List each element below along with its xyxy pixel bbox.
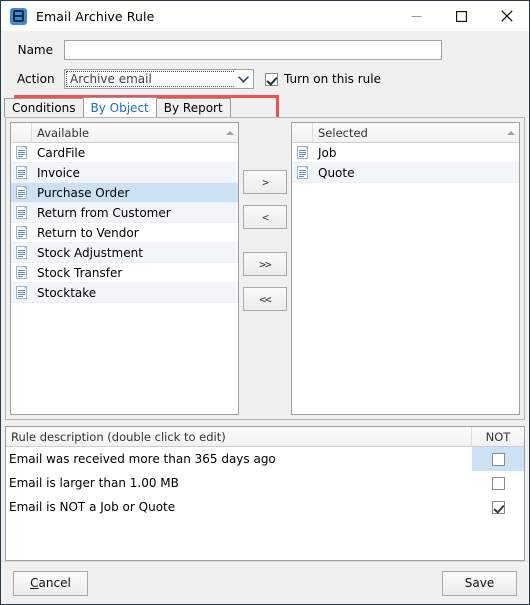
available-list-header: Available — [11, 123, 238, 143]
list-item[interactable]: Stock Transfer — [11, 263, 238, 283]
available-listbox[interactable]: Available CardFile Invoice Purchase Orde… — [10, 122, 239, 415]
table-row[interactable]: Email is larger than 1.00 MB — [6, 471, 524, 495]
not-checkbox[interactable] — [491, 476, 505, 490]
rule-description-header: Rule description (double click to edit) … — [6, 427, 524, 447]
minimize-icon[interactable] — [394, 1, 439, 31]
list-item[interactable]: CardFile — [11, 143, 238, 163]
list-item[interactable]: Stocktake — [11, 283, 238, 303]
icon-column-header — [11, 123, 32, 142]
list-item-label: Return to Vendor — [37, 225, 139, 240]
list-item[interactable]: Return to Vendor — [11, 223, 238, 243]
action-dropdown-value: Archive email — [70, 72, 152, 86]
action-label: Action — [17, 72, 55, 86]
turn-on-rule-checkbox-wrap[interactable]: Turn on this rule — [265, 72, 381, 86]
selected-list-header: Selected — [292, 123, 519, 143]
document-icon — [11, 246, 32, 259]
list-item-label: Stock Transfer — [37, 265, 123, 280]
cancel-rest: ancel — [38, 576, 71, 590]
name-label: Name — [17, 43, 53, 57]
list-item-label: Purchase Order — [37, 185, 130, 200]
document-icon — [11, 286, 32, 299]
list-item-label: Quote — [318, 165, 355, 180]
selected-listbox[interactable]: Selected Job Quote — [291, 122, 520, 415]
not-cell[interactable] — [472, 471, 524, 495]
name-input[interactable] — [64, 40, 442, 60]
tab-by-object[interactable]: By Object — [82, 97, 157, 117]
list-item-label: Stock Adjustment — [37, 245, 143, 260]
list-item-label: Return from Customer — [37, 205, 171, 220]
action-row: Action Archive email Turn on this rule — [1, 68, 529, 90]
document-icon — [11, 206, 32, 219]
selected-column-header[interactable]: Selected — [313, 123, 519, 142]
sort-ascending-icon — [507, 130, 515, 135]
document-icon — [11, 166, 32, 179]
tab-conditions[interactable]: Conditions — [4, 98, 84, 117]
table-row[interactable]: Email was received more than 365 days ag… — [6, 447, 524, 471]
sort-ascending-icon — [226, 130, 234, 135]
cancel-button[interactable]: Cancel — [13, 570, 88, 596]
document-icon — [11, 186, 32, 199]
rule-description-grid[interactable]: Rule description (double click to edit) … — [5, 426, 525, 561]
move-left-button[interactable]: < — [243, 205, 287, 229]
cancel-accel: C — [30, 576, 39, 590]
selected-header-label: Selected — [318, 125, 368, 140]
document-icon — [292, 166, 313, 179]
rule-form: Name Action Archive email Turn on this r… — [1, 31, 529, 125]
not-column-header: NOT — [485, 429, 511, 444]
available-header-label: Available — [37, 125, 90, 140]
table-row[interactable]: Email is NOT a Job or Quote — [6, 495, 524, 519]
rule-description-header-label: Rule description (double click to edit) — [6, 427, 472, 446]
document-icon — [11, 146, 32, 159]
chevron-down-icon[interactable] — [234, 70, 253, 88]
list-item[interactable]: Stock Adjustment — [11, 243, 238, 263]
save-button[interactable]: Save — [442, 570, 517, 596]
list-item-label: CardFile — [37, 145, 86, 160]
list-item[interactable]: Job — [292, 143, 519, 163]
available-column-header[interactable]: Available — [32, 123, 238, 142]
object-selection-panel: Available CardFile Invoice Purchase Orde… — [5, 117, 525, 420]
list-item[interactable]: Return from Customer — [11, 203, 238, 223]
dialog-footer: Cancel Save — [1, 561, 529, 604]
rule-description-text: Email is NOT a Job or Quote — [9, 500, 176, 514]
close-icon[interactable] — [484, 1, 529, 31]
action-dropdown[interactable]: Archive email — [64, 69, 254, 89]
list-item[interactable]: Quote — [292, 163, 519, 183]
window-controls — [394, 1, 529, 31]
document-icon — [292, 146, 313, 159]
name-row: Name — [1, 39, 529, 61]
list-item[interactable]: Invoice — [11, 163, 238, 183]
not-cell[interactable] — [472, 447, 524, 471]
tab-bar: Conditions By Object By Report — [4, 97, 529, 117]
app-email-icon — [10, 7, 27, 25]
list-item-label: Job — [318, 145, 337, 160]
document-icon — [11, 266, 32, 279]
rule-description-text: Email was received more than 365 days ag… — [9, 452, 276, 466]
document-icon — [11, 226, 32, 239]
email-archive-rule-window: Email Archive Rule Name Action Archive e… — [0, 0, 530, 605]
not-checkbox[interactable] — [491, 500, 505, 514]
not-checkbox[interactable] — [491, 452, 505, 466]
title-bar: Email Archive Rule — [1, 1, 529, 31]
not-cell[interactable] — [472, 495, 524, 519]
list-item[interactable]: Purchase Order — [11, 183, 238, 203]
tab-by-report[interactable]: By Report — [155, 98, 231, 117]
icon-column-header — [292, 123, 313, 142]
move-all-left-button[interactable]: << — [243, 287, 287, 311]
move-right-button[interactable]: > — [243, 170, 287, 194]
move-all-right-button[interactable]: >> — [243, 252, 287, 276]
window-title: Email Archive Rule — [36, 8, 155, 24]
maximize-icon[interactable] — [439, 1, 484, 31]
transfer-button-group: > < >> << — [239, 118, 291, 419]
turn-on-rule-label: Turn on this rule — [284, 72, 381, 86]
rule-description-text: Email is larger than 1.00 MB — [9, 476, 179, 490]
turn-on-rule-checkbox[interactable] — [265, 72, 278, 86]
list-item-label: Stocktake — [37, 285, 97, 300]
list-item-label: Invoice — [37, 165, 80, 180]
